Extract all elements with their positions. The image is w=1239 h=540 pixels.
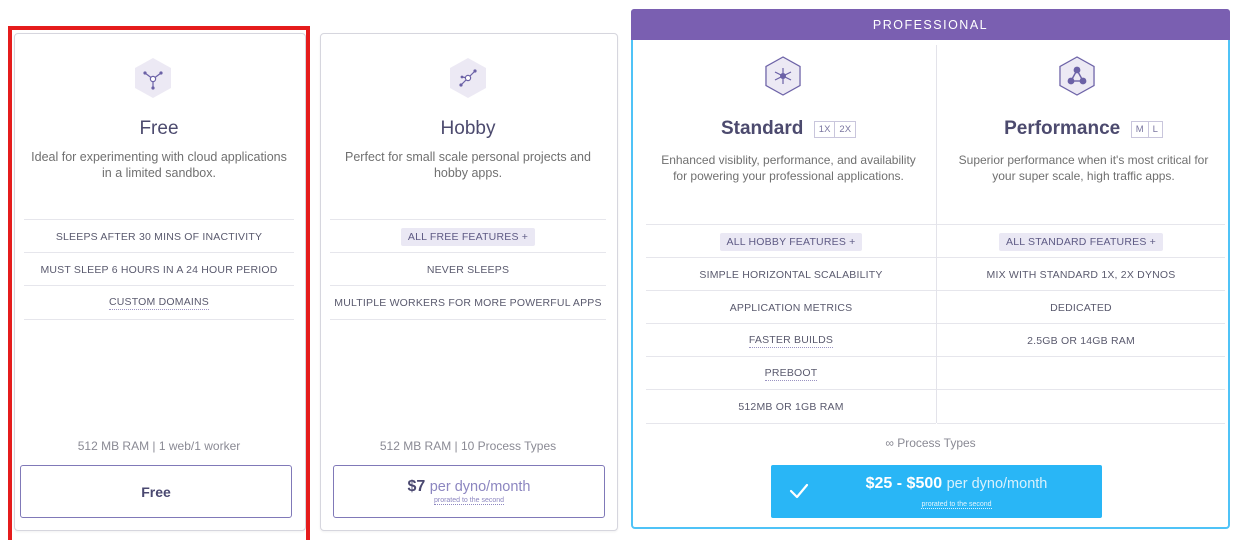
hobby-plan-description: Perfect for small scale personal project… — [345, 150, 591, 180]
performance-plan-title: Performance ML — [937, 118, 1230, 140]
professional-prorated-link[interactable]: prorated to the second — [921, 501, 992, 509]
hobby-feature-1: ALL FREE FEATURES + — [330, 219, 606, 253]
standard-feature-6: 512MB OR 1GB RAM — [646, 389, 936, 424]
professional-header: PROFESSIONAL — [631, 9, 1230, 40]
standard-feature-3: APPLICATION METRICS — [646, 290, 936, 324]
hobby-plan-button[interactable]: $7 per dyno/month prorated to the second — [333, 465, 605, 518]
hobby-feature-2: NEVER SLEEPS — [330, 252, 606, 286]
performance-feature-2: MIX WITH STANDARD 1X, 2X DYNOS — [937, 257, 1225, 291]
standard-plan-title: Standard 1X 2X — [641, 118, 936, 140]
performance-feature-empty-2 — [937, 389, 1225, 424]
standard-feature-5[interactable]: PREBOOT — [646, 356, 936, 390]
standard-feature-2: SIMPLE HORIZONTAL SCALABILITY — [646, 257, 936, 291]
performance-plan-icon — [1059, 56, 1095, 96]
performance-feature-4: 2.5GB OR 14GB RAM — [937, 323, 1225, 357]
standard-size-1x[interactable]: 1X — [813, 120, 836, 138]
hobby-plan-icon — [459, 69, 477, 87]
performance-feature-3: DEDICATED — [937, 290, 1225, 324]
standard-plan-description: Enhanced visiblity, performance, and ava… — [661, 153, 916, 183]
performance-feature-1: ALL STANDARD FEATURES + — [937, 224, 1225, 258]
hobby-plan-specs: 512 MB RAM | 10 Process Types — [379, 439, 557, 453]
hobby-plan-title: Hobby — [440, 118, 496, 139]
performance-size-m[interactable]: M — [1130, 120, 1149, 138]
selection-highlight — [8, 26, 310, 540]
standard-plan-icon — [765, 56, 801, 96]
professional-price: $25 - $500 — [865, 475, 943, 492]
performance-size-l[interactable]: L — [1148, 120, 1163, 138]
standard-feature-4[interactable]: FASTER BUILDS — [646, 323, 936, 357]
professional-price-unit: per dyno/month — [946, 476, 1048, 492]
performance-feature-empty-1 — [937, 356, 1225, 390]
check-icon — [789, 483, 809, 499]
professional-process-types: ∞ Process Types — [885, 436, 976, 450]
professional-plan-button[interactable]: $25 - $500 per dyno/month prorated to th… — [771, 465, 1102, 518]
standard-size-2x[interactable]: 2X — [835, 120, 857, 138]
hobby-feature-3: MULTIPLE WORKERS FOR MORE POWERFUL APPS — [330, 285, 606, 320]
performance-plan-description: Superior performance when it's most crit… — [958, 153, 1209, 183]
hobby-prorated-link[interactable]: prorated to the second — [433, 497, 505, 505]
standard-feature-1: ALL HOBBY FEATURES + — [646, 224, 936, 258]
